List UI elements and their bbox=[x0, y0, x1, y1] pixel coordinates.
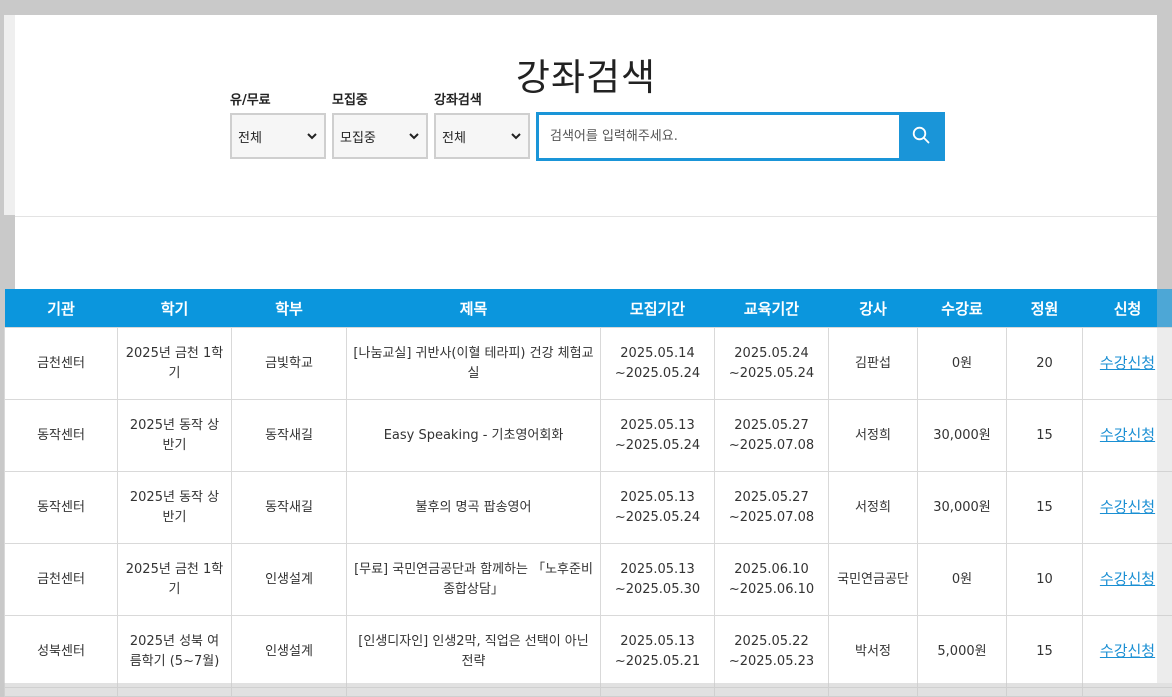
course-table-wrap: 기관 학기 학부 제목 모집기간 교육기간 강사 수강료 정원 신청 금천센터 … bbox=[4, 289, 1172, 697]
cell-recruit: 2025.05.13 ~2025.05.24 bbox=[600, 471, 715, 544]
cell-capacity: 15 bbox=[1006, 399, 1083, 472]
fee-select-value: 전체 bbox=[238, 130, 262, 146]
status-filter-label: 모집중 bbox=[332, 93, 368, 108]
search-type-select-value: 전체 bbox=[442, 130, 466, 146]
table-header-row: 기관 학기 학부 제목 모집기간 교육기간 강사 수강료 정원 신청 bbox=[4, 289, 1172, 328]
cell-fee: 5,000원 bbox=[917, 615, 1007, 688]
col-header-term: 학기 bbox=[117, 289, 232, 328]
status-select-value: 모집중 bbox=[340, 130, 376, 146]
cell-fee: 30,000원 bbox=[917, 471, 1007, 544]
cell-org: 금천센터 bbox=[4, 543, 118, 616]
cell-org: 금천센터 bbox=[4, 327, 118, 400]
search-type-filter-label: 강좌검색 bbox=[434, 93, 482, 108]
cell-teacher: 서정희 bbox=[828, 399, 918, 472]
apply-link[interactable]: 수강신청 bbox=[1100, 498, 1155, 516]
search-icon bbox=[912, 126, 930, 148]
cell-edu: 2025.06.10 ~2025.06.10 bbox=[714, 543, 829, 616]
cell-edu: 2025.05.24 ~2025.05.24 bbox=[714, 327, 829, 400]
cell-fee: 0원 bbox=[917, 543, 1007, 616]
cell-term: 2025년 금천 1학기 bbox=[117, 543, 232, 616]
cell-org: 동작센터 bbox=[4, 471, 118, 544]
cell-recruit: 2025.05.13 ~2025.05.24 bbox=[600, 399, 715, 472]
table-row: 금천센터 2025년 금천 1학기 금빛학교 [나눔교실] 귀반사(이혈 테라피… bbox=[4, 327, 1172, 400]
cell-capacity: 15 bbox=[1006, 615, 1083, 688]
col-header-org: 기관 bbox=[4, 289, 118, 328]
apply-link[interactable]: 수강신청 bbox=[1100, 354, 1155, 372]
chevron-down-icon bbox=[306, 130, 318, 142]
fee-select[interactable]: 전체 bbox=[230, 113, 326, 159]
col-header-edu: 교육기간 bbox=[714, 289, 829, 328]
apply-link[interactable]: 수강신청 bbox=[1100, 642, 1155, 660]
cell-recruit: 2025.05.14 ~2025.05.24 bbox=[600, 327, 715, 400]
table-row: 동작센터 2025년 동작 상반기 동작새길 Easy Speaking - 기… bbox=[4, 399, 1172, 472]
cell-fee: 30,000원 bbox=[917, 399, 1007, 472]
col-header-title: 제목 bbox=[346, 289, 601, 328]
cell-recruit: 2025.05.13 ~2025.05.30 bbox=[600, 543, 715, 616]
cell-teacher: 박서정 bbox=[828, 615, 918, 688]
cell-org: 동작센터 bbox=[4, 399, 118, 472]
cell-fee: 0원 bbox=[917, 327, 1007, 400]
search-type-select[interactable]: 전체 bbox=[434, 113, 530, 159]
chevron-down-icon bbox=[408, 130, 420, 142]
cell-capacity: 10 bbox=[1006, 543, 1083, 616]
cell-edu: 2025.05.27 ~2025.07.08 bbox=[714, 399, 829, 472]
table-row: 성북센터 2025년 성북 여름학기 (5~7월) 인생설계 [인생디자인] 인… bbox=[4, 615, 1172, 688]
cell-recruit: 2025.05.13 ~2025.05.21 bbox=[600, 615, 715, 688]
apply-link[interactable]: 수강신청 bbox=[1100, 426, 1155, 444]
cell-capacity: 20 bbox=[1006, 327, 1083, 400]
cell-teacher: 김판섭 bbox=[828, 327, 918, 400]
col-header-recruit: 모집기간 bbox=[600, 289, 715, 328]
right-overlay bbox=[1157, 289, 1172, 683]
cell-edu: 2025.05.27 ~2025.07.08 bbox=[714, 471, 829, 544]
col-header-dept: 학부 bbox=[231, 289, 347, 328]
cell-title: 불후의 명곡 팝송영어 bbox=[346, 471, 601, 544]
cell-dept: 금빛학교 bbox=[231, 327, 347, 400]
apply-link[interactable]: 수강신청 bbox=[1100, 570, 1155, 588]
cell-org: 성북센터 bbox=[4, 615, 118, 688]
cell-teacher: 국민연금공단 bbox=[828, 543, 918, 616]
bottom-overlay bbox=[0, 683, 1172, 697]
fee-filter-label: 유/무료 bbox=[230, 93, 271, 108]
search-button[interactable] bbox=[899, 115, 942, 158]
cell-term: 2025년 금천 1학기 bbox=[117, 327, 232, 400]
search-input[interactable] bbox=[539, 114, 899, 159]
cell-title: [나눔교실] 귀반사(이혈 테라피) 건강 체험교실 bbox=[346, 327, 601, 400]
cell-dept: 인생설계 bbox=[231, 615, 347, 688]
cell-term: 2025년 동작 상반기 bbox=[117, 399, 232, 472]
cell-title: [인생디자인] 인생2막, 직업은 선택이 아닌 전략 bbox=[346, 615, 601, 688]
cell-dept: 동작새길 bbox=[231, 399, 347, 472]
course-table: 기관 학기 학부 제목 모집기간 교육기간 강사 수강료 정원 신청 금천센터 … bbox=[4, 289, 1172, 697]
col-header-teacher: 강사 bbox=[828, 289, 918, 328]
cell-title: [무료] 국민연금공단과 함께하는 「노후준비 종합상담」 bbox=[346, 543, 601, 616]
table-row: 동작센터 2025년 동작 상반기 동작새길 불후의 명곡 팝송영어 2025.… bbox=[4, 471, 1172, 544]
cell-dept: 인생설계 bbox=[231, 543, 347, 616]
col-header-fee: 수강료 bbox=[917, 289, 1007, 328]
cell-title: Easy Speaking - 기초영어회화 bbox=[346, 399, 601, 472]
cell-teacher: 서정희 bbox=[828, 471, 918, 544]
cell-term: 2025년 성북 여름학기 (5~7월) bbox=[117, 615, 232, 688]
cell-term: 2025년 동작 상반기 bbox=[117, 471, 232, 544]
page-title: 강좌검색 bbox=[515, 55, 657, 99]
search-box bbox=[536, 112, 945, 161]
status-select[interactable]: 모집중 bbox=[332, 113, 428, 159]
table-row: 금천센터 2025년 금천 1학기 인생설계 [무료] 국민연금공단과 함께하는… bbox=[4, 543, 1172, 616]
col-header-capacity: 정원 bbox=[1006, 289, 1083, 328]
cell-dept: 동작새길 bbox=[231, 471, 347, 544]
cell-edu: 2025.05.22 ~2025.05.23 bbox=[714, 615, 829, 688]
cell-capacity: 15 bbox=[1006, 471, 1083, 544]
chevron-down-icon bbox=[510, 130, 522, 142]
